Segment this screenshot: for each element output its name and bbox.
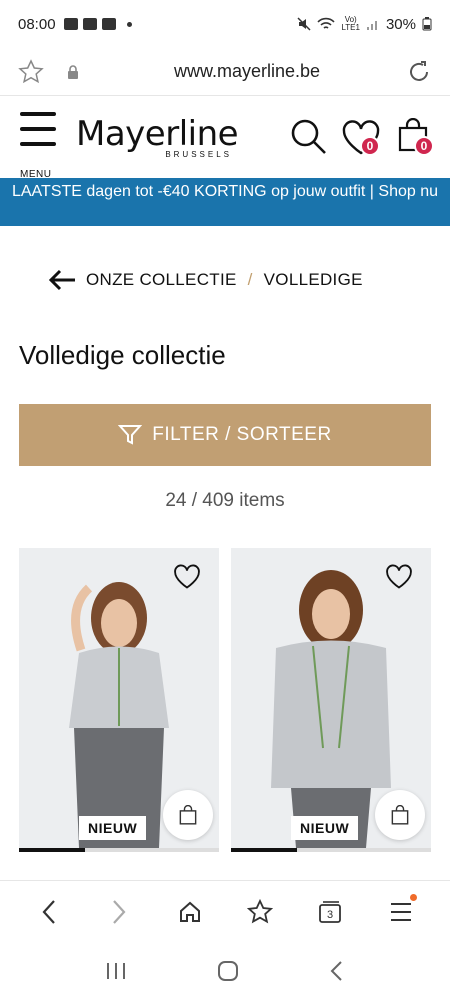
hamburger-icon-bar [20,127,56,131]
shopping-bag-icon [179,805,197,825]
home-circle-icon[interactable] [216,959,240,983]
item-count: 24 / 409 items [165,490,285,511]
cart-count-badge: 0 [414,136,434,156]
browser-toolbar: 3 [0,880,450,942]
chevron-right-icon [113,899,126,924]
promo-banner[interactable]: LAATSTE dagen tot -€40 KORTING op jouw o… [0,178,450,226]
mute-icon [297,17,311,31]
filter-label: FILTER / SORTEER [152,424,332,445]
recent-apps-icon[interactable] [105,961,127,981]
breadcrumb-separator: / [247,270,253,289]
progress-fill [231,848,297,852]
signal-icon [366,21,377,30]
system-back-icon[interactable] [329,960,345,982]
chevron-left-icon [42,899,55,924]
browser-url-bar: www.mayerline.be [0,48,450,96]
product-card[interactable]: NIEUW [19,548,219,853]
bookmarks-button[interactable] [240,892,280,932]
reload-icon[interactable] [406,59,432,85]
forward-button[interactable] [99,892,139,932]
mail-icon [82,18,97,30]
shopping-bag-icon [391,805,409,825]
status-time: 08:00 [18,15,56,33]
logo-name: Mayerline [76,114,239,154]
promo-text: LAATSTE dagen tot -€40 KORTING op jouw o… [11,183,438,200]
home-button[interactable] [170,892,210,932]
menu-button[interactable]: MENU [18,112,60,180]
home-icon [179,901,200,922]
mail-icon [101,18,116,30]
image-carousel-progress [231,848,431,852]
add-to-cart-button[interactable] [375,790,425,840]
add-to-cart-button[interactable] [163,790,213,840]
gallery-icon [63,18,78,30]
tabs-icon: 3 [319,900,342,923]
page-title: Volledige collectie [19,340,226,370]
more-notifications-icon [126,21,132,27]
wifi-icon [317,17,336,29]
menu-icon [390,902,411,921]
favorite-heart-icon[interactable] [173,564,201,590]
hamburger-icon [20,112,56,116]
svg-text:3: 3 [327,909,333,921]
url-text[interactable]: www.mayerline.be [88,61,406,82]
breadcrumb-item-current[interactable]: VOLLEDIGE [264,270,363,290]
new-badge: NIEUW [291,816,359,840]
product-card[interactable]: NIEUW [231,548,431,853]
battery-icon [422,17,432,31]
system-navigation-bar [0,942,450,1000]
product-image[interactable]: NIEUW [19,548,219,848]
network-label: Vo) LTE1 [341,15,360,32]
status-bar: 08:00 Vo) LTE1 30% [0,0,450,48]
search-icon[interactable] [290,118,328,156]
breadcrumb: ONZE COLLECTIE / VOLLEDIGE [48,262,450,298]
back-arrow-icon[interactable] [48,269,76,291]
filter-icon [118,425,143,445]
lock-icon [68,64,78,79]
breadcrumb-item-collection[interactable]: ONZE COLLECTIE [86,270,237,290]
product-image[interactable]: NIEUW [231,548,431,848]
bookmarks-star-icon [247,898,274,923]
wishlist-count-badge: 0 [360,136,380,156]
tabs-button[interactable]: 3 [310,892,350,932]
progress-fill [19,848,85,852]
battery-level: 30% [385,15,416,33]
filter-sort-button[interactable]: FILTER / SORTEER [19,404,431,466]
image-carousel-progress [19,848,219,852]
back-button[interactable] [29,892,69,932]
site-logo[interactable]: Mayerline BRUSSELS [76,114,239,159]
hamburger-icon-bar [20,142,56,146]
new-badge: NIEUW [79,816,147,840]
notification-dot [409,893,417,901]
browser-menu-button[interactable] [381,892,421,932]
bookmark-star-icon[interactable] [18,58,44,85]
site-header: MENU Mayerline BRUSSELS 0 0 [0,96,450,180]
favorite-heart-icon[interactable] [385,564,413,590]
